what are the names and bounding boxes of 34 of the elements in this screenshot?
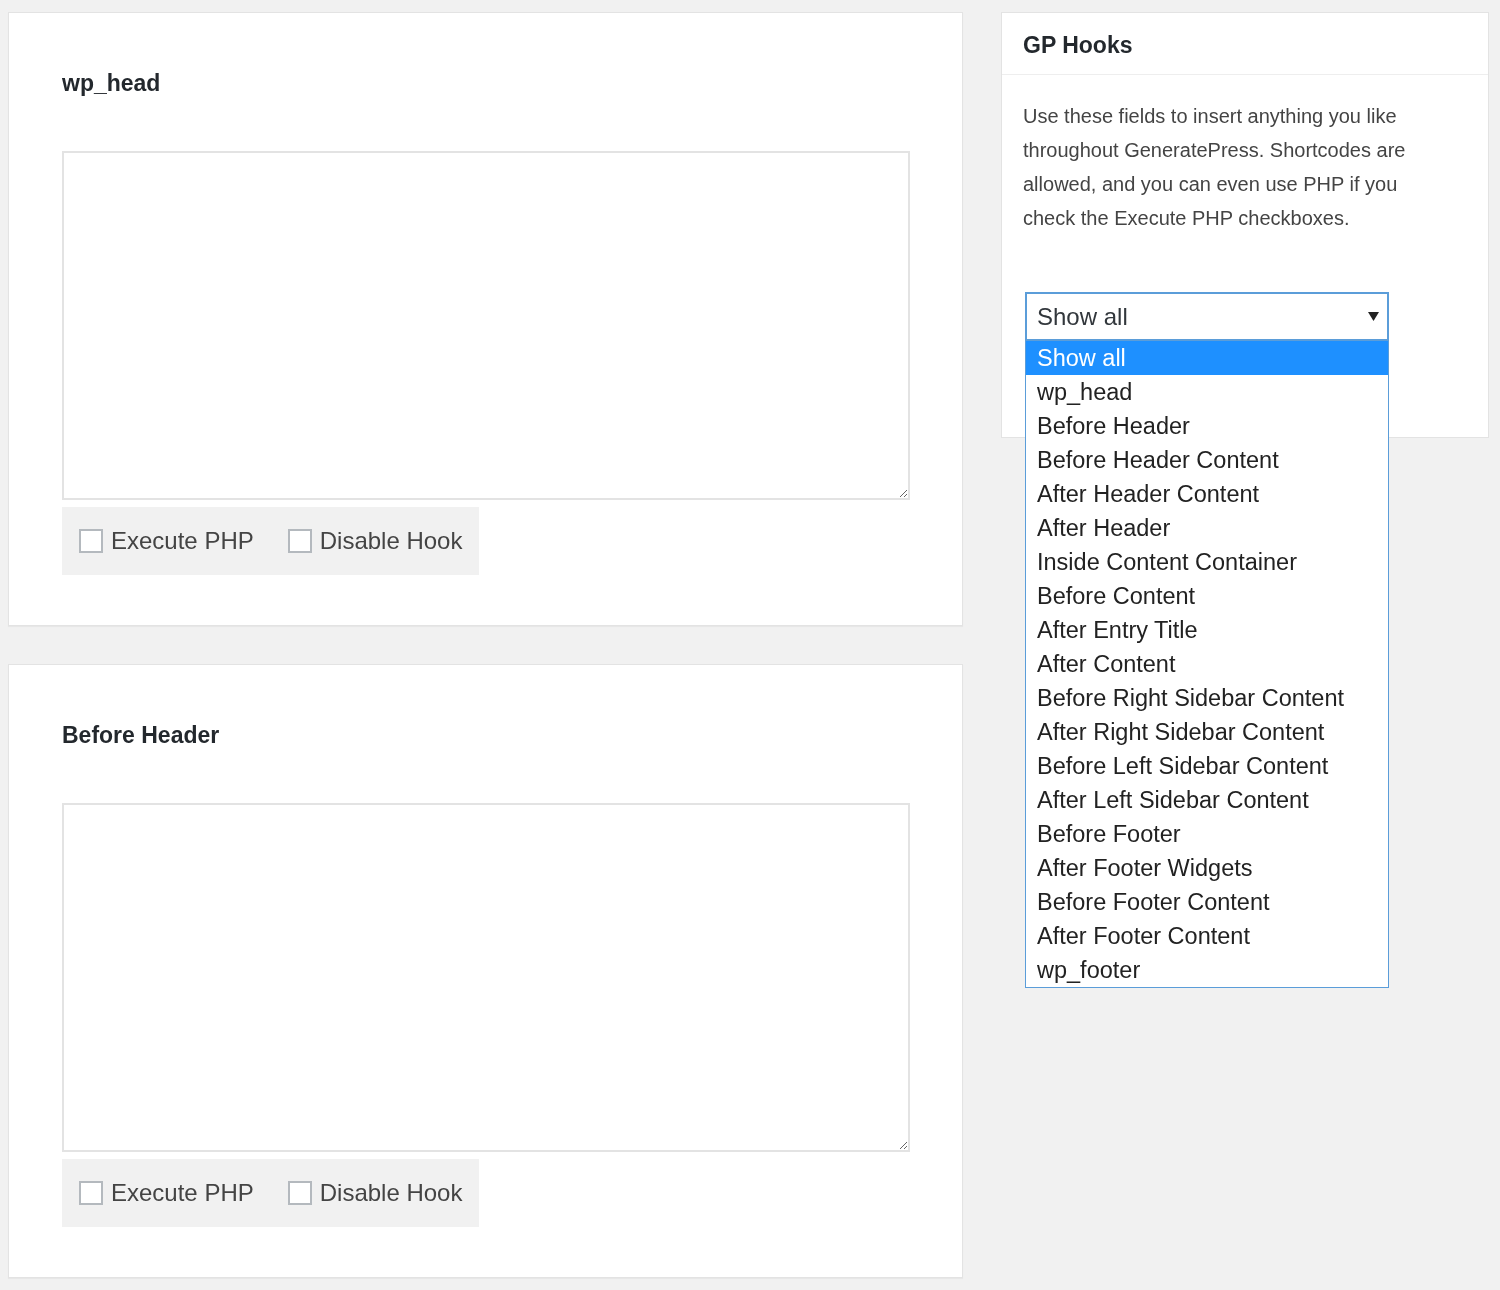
checkbox-option[interactable]: Disable Hook [287, 527, 463, 555]
dropdown-option[interactable]: Before Footer [1026, 817, 1388, 851]
caret-icon [1368, 312, 1379, 321]
dropdown-option[interactable]: Before Content [1026, 579, 1388, 613]
checkbox[interactable] [79, 529, 103, 553]
dropdown-option[interactable]: After Right Sidebar Content [1026, 715, 1388, 749]
dropdown-option[interactable]: Before Right Sidebar Content [1026, 681, 1388, 715]
dropdown-option[interactable]: After Header [1026, 511, 1388, 545]
checkbox-option[interactable]: Disable Hook [287, 1179, 463, 1207]
dropdown-option[interactable]: After Content [1026, 647, 1388, 681]
dropdown-option[interactable]: wp_footer [1026, 953, 1388, 987]
dropdown-option[interactable]: Before Left Sidebar Content [1026, 749, 1388, 783]
dropdown-option[interactable]: After Left Sidebar Content [1026, 783, 1388, 817]
dropdown-option[interactable]: After Footer Widgets [1026, 851, 1388, 885]
panel-title: GP Hooks [1002, 13, 1488, 75]
panel-title: Before Header [62, 721, 221, 749]
checkbox[interactable] [79, 1181, 103, 1205]
dropdown-option[interactable]: After Entry Title [1026, 613, 1388, 647]
dropdown-option[interactable]: Inside Content Container [1026, 545, 1388, 579]
filter-dropdown[interactable]: Show all [1025, 292, 1389, 341]
code-field[interactable] [62, 151, 910, 500]
dropdown-option[interactable]: wp_head [1026, 375, 1388, 409]
dropdown-option[interactable]: Before Footer Content [1026, 885, 1388, 919]
panel-title: wp_head [62, 69, 162, 97]
checkbox-option[interactable]: Execute PHP [79, 1179, 254, 1207]
dropdown-option[interactable]: After Header Content [1026, 477, 1388, 511]
dropdown-option[interactable]: Before Header [1026, 409, 1388, 443]
dropdown-option[interactable]: After Footer Content [1026, 919, 1388, 953]
checkbox[interactable] [287, 1181, 312, 1205]
code-field[interactable] [62, 803, 910, 1152]
description-text: Use these fields to insert anything you like throughout GeneratePress. Shortcodes are allowed, and you can even use PHP if you check the Execute PHP checkboxes. [1023, 104, 1407, 231]
checkbox[interactable] [287, 529, 312, 553]
dropdown-option[interactable]: Before Header Content [1026, 443, 1388, 477]
checkbox-option[interactable]: Execute PHP [79, 527, 254, 555]
